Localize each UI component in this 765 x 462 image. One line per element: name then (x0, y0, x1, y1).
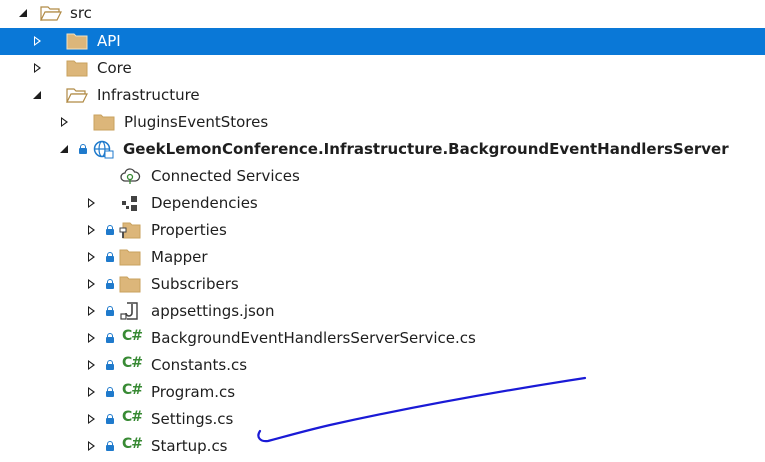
collapsed-arrow-icon[interactable] (85, 217, 99, 244)
connected-services-icon (120, 168, 141, 184)
csharp-file-icon: C# (122, 409, 143, 425)
tree-item-label: GeekLemonConference.Infrastructure.Backg… (123, 140, 729, 158)
collapsed-arrow-icon[interactable] (31, 55, 45, 82)
collapsed-arrow-icon[interactable] (85, 244, 99, 271)
properties-folder-icon (119, 222, 141, 239)
folder-icon (66, 33, 88, 50)
tree-item-label: Properties (151, 221, 227, 239)
collapsed-arrow-icon[interactable] (85, 433, 99, 460)
csharp-file-icon: C# (122, 355, 143, 371)
tree-item-label: src (70, 4, 92, 22)
tree-item-file[interactable]: C# Program.cs (0, 379, 765, 406)
lock-icon (106, 360, 114, 370)
lock-icon (106, 306, 114, 316)
csharp-file-icon: C# (122, 328, 143, 344)
collapsed-arrow-icon[interactable] (85, 190, 99, 217)
tree-item-label: Core (97, 59, 132, 77)
tree-item-mapper[interactable]: Mapper (0, 244, 765, 271)
collapsed-arrow-icon[interactable] (85, 271, 99, 298)
tree-item-dependencies[interactable]: Dependencies (0, 190, 765, 217)
tree-item-file[interactable]: C# BackgroundEventHandlersServerService.… (0, 325, 765, 352)
tree-item-label: Startup.cs (151, 437, 228, 455)
tree-item-label: Subscribers (151, 275, 239, 293)
web-project-icon (93, 140, 114, 159)
tree-item-label: PluginsEventStores (124, 113, 269, 131)
folder-open-icon (66, 88, 88, 103)
tree-item-label: API (97, 32, 121, 50)
tree-item-project[interactable]: GeekLemonConference.Infrastructure.Backg… (0, 136, 765, 163)
tree-item-label: Connected Services (151, 167, 300, 185)
csharp-file-icon: C# (122, 382, 143, 398)
tree-item-label: appsettings.json (151, 302, 275, 320)
tree-item-label: Mapper (151, 248, 208, 266)
csharp-file-icon: C# (122, 436, 143, 452)
dependencies-icon (122, 196, 137, 211)
collapsed-arrow-icon[interactable] (85, 298, 99, 325)
collapsed-arrow-icon[interactable] (85, 406, 99, 433)
lock-icon (106, 279, 114, 289)
lock-icon (106, 225, 114, 235)
lock-icon (106, 387, 114, 397)
collapsed-arrow-icon[interactable] (31, 28, 45, 55)
collapsed-arrow-icon[interactable] (85, 352, 99, 379)
folder-icon (119, 276, 141, 293)
collapsed-arrow-icon[interactable] (85, 325, 99, 352)
lock-icon (106, 441, 114, 451)
lock-icon (106, 414, 114, 424)
tree-item-src[interactable]: src (0, 0, 765, 27)
tree-item-plugins-event-stores[interactable]: PluginsEventStores (0, 109, 765, 136)
solution-explorer-tree: src API Core Infrastructure PluginsEvent… (0, 0, 765, 462)
tree-item-label: Program.cs (151, 383, 236, 401)
tree-item-label: BackgroundEventHandlersServerService.cs (151, 329, 476, 347)
collapsed-arrow-icon[interactable] (58, 109, 72, 136)
tree-item-file[interactable]: C# Constants.cs (0, 352, 765, 379)
expanded-arrow-icon[interactable] (31, 82, 45, 109)
json-file-icon (120, 302, 138, 320)
collapsed-arrow-icon[interactable] (85, 379, 99, 406)
folder-open-icon (40, 6, 62, 21)
tree-item-infrastructure[interactable]: Infrastructure (0, 82, 765, 109)
tree-item-properties[interactable]: Properties (0, 217, 765, 244)
folder-icon (66, 60, 88, 77)
tree-item-label: Dependencies (151, 194, 258, 212)
tree-item-connected-services[interactable]: Connected Services (0, 163, 765, 190)
tree-item-file[interactable]: C# Settings.cs (0, 406, 765, 433)
tree-item-file[interactable]: C# Startup.cs (0, 433, 765, 460)
tree-item-appsettings[interactable]: appsettings.json (0, 298, 765, 325)
expanded-arrow-icon[interactable] (58, 136, 72, 163)
tree-item-api[interactable]: API (0, 28, 765, 55)
tree-item-label: Infrastructure (97, 86, 200, 104)
lock-icon (79, 144, 87, 154)
folder-icon (119, 249, 141, 266)
tree-item-label: Constants.cs (151, 356, 248, 374)
tree-item-subscribers[interactable]: Subscribers (0, 271, 765, 298)
lock-icon (106, 333, 114, 343)
lock-icon (106, 252, 114, 262)
tree-item-core[interactable]: Core (0, 55, 765, 82)
folder-icon (93, 114, 115, 131)
tree-item-label: Settings.cs (151, 410, 234, 428)
expanded-arrow-icon[interactable] (17, 0, 31, 27)
